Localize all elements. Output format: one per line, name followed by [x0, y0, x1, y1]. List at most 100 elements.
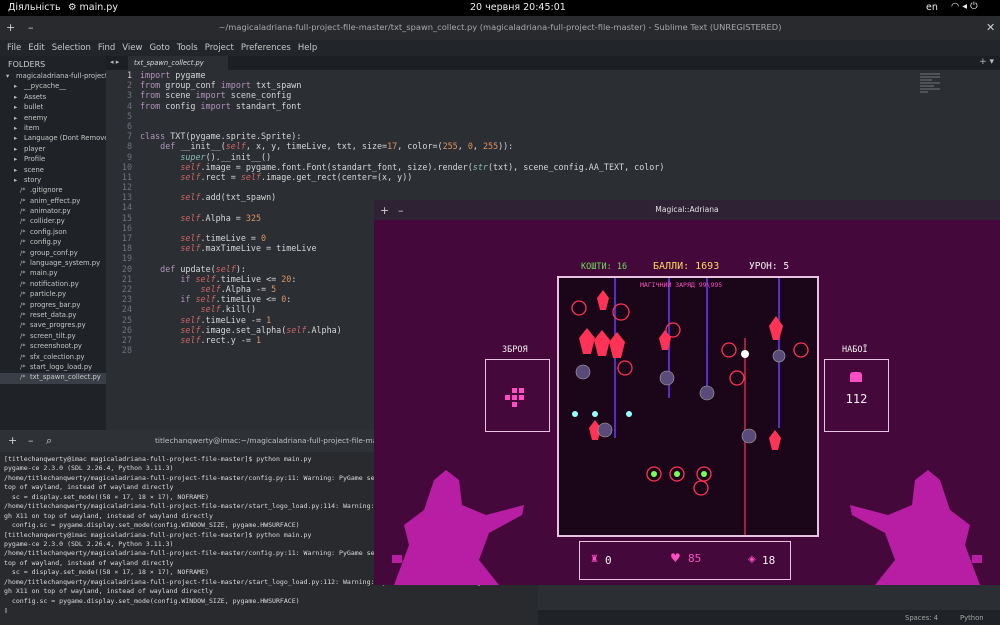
code-line[interactable] [140, 182, 664, 192]
sidebar-folder-item[interactable]: ▸ player [0, 145, 106, 155]
weapon-panel[interactable] [485, 359, 550, 432]
close-icon[interactable]: ✕ [986, 21, 995, 34]
sidebar-folder-item[interactable]: ▾ magicaladriana-full-project-f [0, 72, 106, 82]
sidebar-file-item[interactable]: /* progres_bar.py [0, 301, 106, 311]
sidebar-folder-item[interactable]: ▸ item [0, 124, 106, 134]
activities-button[interactable]: Діяльність [8, 2, 61, 13]
clock[interactable]: 20 червня 20:45:01 [470, 2, 566, 13]
score-counter: БАЛЛИ: 1693 [653, 261, 720, 272]
tab-txt-spawn-collect[interactable]: txt_spawn_collect.py [128, 56, 228, 70]
sidebar-folder-item[interactable]: ▸ Assets [0, 93, 106, 103]
sidebar-file-item[interactable]: /* screen_tilt.py [0, 332, 106, 342]
menu-item-project[interactable]: Project [205, 43, 234, 53]
menu-item-help[interactable]: Help [298, 43, 317, 53]
sidebar-file-item[interactable]: /* anim_effect.py [0, 197, 106, 207]
code-line[interactable]: class TXT(pygame.sprite.Sprite): [140, 131, 664, 141]
menu-bar: File Edit Selection Find View Goto Tools Projec… [0, 40, 1000, 56]
line-number: 8 [126, 141, 132, 152]
game-window-title: Magical::Adriana [655, 205, 719, 214]
code-line[interactable]: from scene import scene_config [140, 90, 664, 100]
sidebar-file-item[interactable]: /* collider.py [0, 217, 106, 227]
code-line[interactable]: def __init__(self, x, y, timeLive, txt, … [140, 141, 664, 151]
menu-item-goto[interactable]: Goto [149, 43, 169, 53]
sidebar-file-item[interactable]: /* start_logo_load.py [0, 363, 106, 373]
line-number: 7 [126, 131, 132, 142]
code-line[interactable] [140, 121, 664, 131]
code-line[interactable]: self.rect = self.image.get_rect(center=(… [140, 172, 664, 182]
sidebar-file-item[interactable]: /* language_system.py [0, 259, 106, 269]
sidebar-file-item[interactable]: /* main.py [0, 269, 106, 279]
line-number: 21 [121, 273, 132, 284]
sidebar-file-item[interactable]: /* txt_spawn_collect.py [0, 373, 106, 384]
line-number: 24 [121, 304, 132, 315]
new-tab-icon[interactable]: + ▾ [979, 57, 994, 67]
search-icon[interactable]: ⌕ [46, 434, 52, 448]
folder-icon: ▸ [14, 165, 18, 174]
sidebar-file-item[interactable]: /* particle.py [0, 290, 106, 300]
sidebar-folder-item[interactable]: ▸ enemy [0, 114, 106, 124]
sidebar-file-item[interactable]: /* config.json [0, 228, 106, 238]
sidebar-file-item[interactable]: /* group_conf.py [0, 249, 106, 259]
sidebar-file-item[interactable]: /* .gitignore [0, 186, 106, 196]
keyboard-layout-indicator[interactable]: en [926, 2, 938, 13]
game-canvas[interactable]: КОШТИ: 16 БАЛЛИ: 1693 УРОН: 5 МАГІЧНИЙ З… [374, 220, 1000, 585]
code-line[interactable] [140, 111, 664, 121]
sidebar-folder-item[interactable]: ▸ __pycache__ [0, 82, 106, 92]
ammo-panel[interactable]: 112 [824, 359, 889, 432]
code-line[interactable]: self.image = pygame.font.Font(standart_f… [140, 162, 664, 172]
line-number: 16 [121, 222, 132, 233]
code-line[interactable]: super().__init__() [140, 152, 664, 162]
file-icon: /* [20, 342, 26, 351]
menu-item-tools[interactable]: Tools [177, 43, 198, 53]
code-line[interactable]: from config import standart_font [140, 101, 664, 111]
folder-icon: ▸ [14, 123, 18, 132]
app-menu[interactable]: ⚙ main.py [68, 2, 118, 13]
window-title: ~/magicaladriana-full-project-file-maste… [218, 22, 782, 32]
line-number: 23 [121, 294, 132, 305]
sidebar-file-item[interactable]: /* sfx_colection.py [0, 353, 106, 363]
code-line[interactable]: import pygame [140, 70, 664, 80]
magic-charge-label: МАГІЧНИЙ ЗАРЯД 99\995 [640, 281, 723, 289]
tree-item-label: reset_data.py [30, 310, 77, 319]
syntax-status[interactable]: Python [960, 614, 984, 622]
file-icon: /* [20, 331, 26, 340]
sidebar-folder-item[interactable]: ▸ Profile [0, 155, 106, 165]
menu-item-file[interactable]: File [7, 43, 21, 53]
tree-item-label: animator.py [30, 207, 71, 216]
minimize-icon[interactable]: – [28, 434, 34, 447]
tree-item-label: item [24, 123, 40, 132]
sidebar-folder-item[interactable]: ▸ scene [0, 166, 106, 176]
sidebar-file-item[interactable]: /* save_progres.py [0, 321, 106, 331]
enemy-field [571, 278, 809, 535]
tree-item-label: group_conf.py [30, 248, 78, 257]
damage-counter: УРОН: 5 [749, 261, 790, 272]
sidebar-file-item[interactable]: /* animator.py [0, 207, 106, 217]
system-tray[interactable]: ◠◂⏻ [951, 1, 981, 12]
menu-item-view[interactable]: View [122, 43, 142, 53]
menu-item-find[interactable]: Find [98, 43, 115, 53]
tree-item-label: Language (Dont Remove) [24, 134, 106, 143]
menu-item-edit[interactable]: Edit [28, 43, 44, 53]
new-tab-icon[interactable]: + [8, 434, 17, 447]
menu-item-selection[interactable]: Selection [52, 43, 91, 53]
sidebar-folder-item[interactable]: ▸ Language (Dont Remove) [0, 134, 106, 144]
line-number: 20 [121, 263, 132, 274]
tree-item-label: anim_effect.py [30, 196, 81, 205]
line-number: 28 [121, 345, 132, 356]
code-line[interactable]: from group_conf import txt_spawn [140, 80, 664, 90]
tab-nav-arrows-icon[interactable]: ◂ ▸ [110, 58, 119, 66]
sidebar-file-item[interactable]: /* reset_data.py [0, 311, 106, 321]
indentation-status[interactable]: Spaces: 4 [905, 614, 938, 622]
file-icon: /* [20, 207, 26, 216]
folder-icon: ▾ [6, 72, 10, 80]
sidebar-file-item[interactable]: /* notification.py [0, 280, 106, 290]
tree-item-label: particle.py [30, 290, 67, 299]
sidebar-folder-item[interactable]: ▸ bullet [0, 103, 106, 113]
playfield[interactable] [557, 276, 819, 537]
minimap[interactable] [920, 72, 940, 102]
menu-item-preferences[interactable]: Preferences [241, 43, 291, 53]
sidebar-folder-item[interactable]: ▸ story [0, 176, 106, 186]
sidebar-file-item[interactable]: /* screenshoot.py [0, 342, 106, 352]
tab-bar: ◂ ▸ txt_spawn_collect.py + ▾ [106, 56, 1000, 70]
sidebar-file-item[interactable]: /* config.py [0, 238, 106, 248]
